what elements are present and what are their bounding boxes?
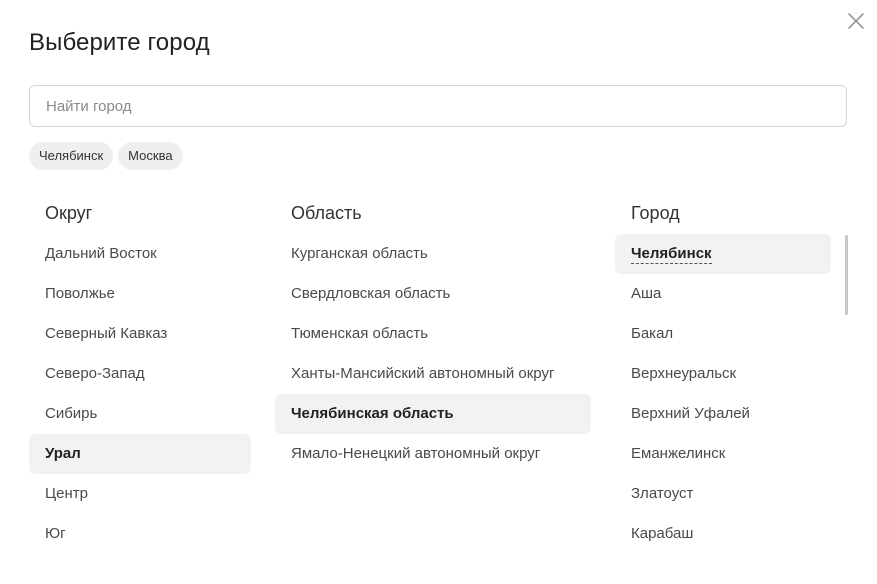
oblast-item[interactable]: Ямало-Ненецкий автономный округ [275, 434, 591, 474]
oblast-list: Курганская область Свердловская область … [275, 234, 591, 474]
gorod-item[interactable]: Карабаш [615, 514, 831, 554]
okrug-header: Округ [45, 203, 93, 223]
oblast-column: Область Курганская область Свердловская … [275, 200, 591, 474]
close-icon[interactable] [845, 10, 867, 32]
scrollbar-thumb[interactable] [845, 235, 848, 315]
okrug-item[interactable]: Центр [29, 474, 251, 514]
gorod-list: Челябинск Аша Бакал Верхнеуральск Верхни… [615, 234, 831, 554]
oblast-item[interactable]: Курганская область [275, 234, 591, 274]
gorod-item[interactable]: Верхний Уфалей [615, 394, 831, 434]
okrug-list: Дальний Восток Поволжье Северный Кавказ … [29, 234, 251, 554]
okrug-item[interactable]: Поволжье [29, 274, 251, 314]
city-select-modal: Выберите город Челябинск Москва Округ Да… [0, 0, 877, 584]
gorod-scrollbar[interactable] [845, 235, 848, 565]
gorod-item[interactable]: Еманжелинск [615, 434, 831, 474]
recent-cities: Челябинск Москва [29, 142, 183, 170]
gorod-item[interactable]: Златоуст [615, 474, 831, 514]
okrug-item[interactable]: Юг [29, 514, 251, 554]
gorod-column: Город Челябинск Аша Бакал Верхнеуральск … [615, 200, 831, 554]
okrug-item[interactable]: Сибирь [29, 394, 251, 434]
gorod-item[interactable]: Верхнеуральск [615, 354, 831, 394]
gorod-item[interactable]: Аша [615, 274, 831, 314]
oblast-item-selected[interactable]: Челябинская область [275, 394, 591, 434]
oblast-header: Область [291, 203, 362, 223]
chip-chelyabinsk[interactable]: Челябинск [29, 142, 114, 170]
chip-moskva[interactable]: Москва [118, 142, 183, 170]
gorod-header: Город [631, 203, 680, 223]
gorod-item[interactable]: Бакал [615, 314, 831, 354]
oblast-item[interactable]: Тюменская область [275, 314, 591, 354]
gorod-item-selected-label: Челябинск [631, 245, 712, 264]
okrug-item[interactable]: Северный Кавказ [29, 314, 251, 354]
oblast-item[interactable]: Ханты-Мансийский автономный округ [275, 354, 591, 394]
gorod-item-selected[interactable]: Челябинск [615, 234, 831, 274]
okrug-item-selected[interactable]: Урал [29, 434, 251, 474]
okrug-item[interactable]: Дальний Восток [29, 234, 251, 274]
okrug-column: Округ Дальний Восток Поволжье Северный К… [29, 200, 251, 554]
modal-title: Выберите город [29, 29, 210, 56]
okrug-item[interactable]: Северо-Запад [29, 354, 251, 394]
oblast-item[interactable]: Свердловская область [275, 274, 591, 314]
city-search-input[interactable] [29, 85, 847, 127]
